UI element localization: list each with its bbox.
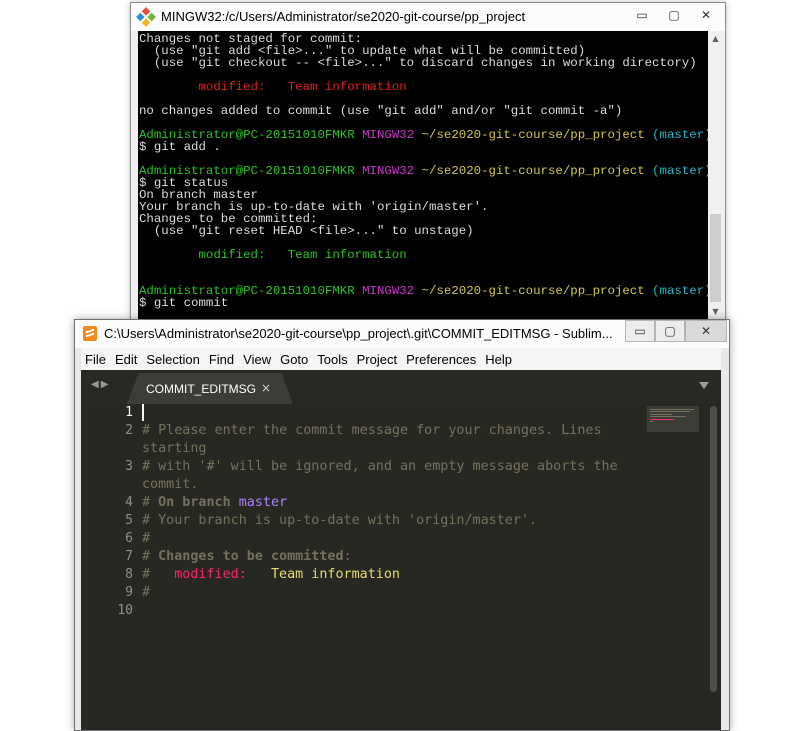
code-content[interactable]: # Please enter the commit message for yo… (142, 404, 632, 620)
menu-selection[interactable]: Selection (142, 352, 204, 367)
modified-label: modified: (174, 567, 247, 582)
minimize-button[interactable]: ▭ (627, 5, 657, 25)
menu-preferences[interactable]: Preferences (402, 352, 481, 367)
code-line-7[interactable]: # Changes to be committed: (142, 548, 632, 566)
scroll-down-icon[interactable]: ▼ (708, 304, 723, 319)
line-number: 2 (125, 423, 133, 438)
code-line-10[interactable] (142, 602, 632, 620)
sublime-window[interactable]: C:\Users\Administrator\se2020-git-course… (74, 319, 730, 731)
tab-nav-arrows-icon[interactable]: ◀▶ (91, 379, 110, 390)
prompt-shell: MINGW32 (362, 164, 415, 178)
terminal-scrollbar[interactable]: ▲ ▼ (708, 31, 723, 319)
text-cursor (142, 404, 144, 421)
menu-edit[interactable]: Edit (111, 352, 142, 367)
line-number: 1 (125, 405, 133, 420)
code-line-4[interactable]: # On branch master (142, 494, 632, 512)
code-line-6[interactable]: # (142, 530, 632, 548)
menu-goto[interactable]: Goto (276, 352, 313, 367)
menu-view[interactable]: View (239, 352, 276, 367)
code-line-3[interactable]: # with '#' will be ignored, and an empty… (142, 458, 632, 476)
code-line-1[interactable] (142, 404, 632, 422)
close-button[interactable]: ✕ (685, 320, 727, 342)
prompt-shell: MINGW32 (362, 284, 415, 298)
code-line-8[interactable]: # modified: Team information (142, 566, 632, 584)
sublime-title: C:\Users\Administrator\se2020-git-course… (104, 326, 613, 341)
heading-colon: : (343, 549, 352, 564)
sublime-titlebar[interactable]: C:\Users\Administrator\se2020-git-course… (75, 320, 729, 348)
code-line-9[interactable]: # (142, 584, 632, 602)
line-number-gutter: 1 2 3 4 5 6 7 8 9 10 (81, 404, 133, 620)
terminal-output[interactable]: Changes not staged for commit: (use "git… (138, 31, 708, 319)
terminal-line-modified-staged: modified: Team information (139, 248, 407, 262)
prompt-branch: (master) (652, 284, 708, 298)
prompt-shell: MINGW32 (362, 128, 415, 142)
tab-dropdown-icon[interactable] (699, 382, 709, 389)
menu-file[interactable]: File (81, 352, 111, 367)
line-number (81, 440, 133, 458)
menu-help[interactable]: Help (481, 352, 517, 367)
menu-project[interactable]: Project (353, 352, 402, 367)
code-line-2[interactable]: # Please enter the commit message for yo… (142, 422, 632, 440)
menu-tools[interactable]: Tools (313, 352, 352, 367)
comment-hash: # (142, 495, 159, 510)
code-editor[interactable]: 1 2 3 4 5 6 7 8 9 10 # Please enter the … (81, 404, 721, 730)
line-number: 4 (125, 495, 133, 510)
minimize-button[interactable]: ▭ (625, 320, 655, 342)
prompt-branch: (master) (652, 128, 708, 142)
changes-heading: Changes to be committed (158, 549, 344, 564)
line-number (81, 476, 133, 494)
terminal-window[interactable]: MINGW32:/c/Users/Administrator/se2020-gi… (130, 2, 726, 322)
tab-close-icon[interactable]: × (261, 381, 271, 395)
code-line-3-wrap[interactable]: commit. (142, 476, 632, 494)
terminal-line: $ git add . (139, 140, 221, 154)
comment-hash: # (142, 567, 175, 582)
git-logo-icon (136, 7, 156, 27)
tab-bar: ◀▶ COMMIT_EDITMSG × (81, 370, 721, 404)
terminal-title: MINGW32:/c/Users/Administrator/se2020-gi… (161, 9, 526, 24)
line-number: 9 (125, 585, 133, 600)
maximize-button[interactable]: ▢ (659, 5, 689, 25)
modified-file: Team information (271, 567, 400, 582)
line-number: 7 (125, 549, 133, 564)
scroll-up-icon[interactable]: ▲ (708, 31, 723, 46)
editor-scrollbar[interactable] (710, 406, 717, 692)
tab-commit-editmsg[interactable]: COMMIT_EDITMSG × (127, 373, 293, 404)
close-button[interactable]: ✕ (691, 5, 721, 25)
terminal-line: no changes added to commit (use "git add… (139, 104, 623, 118)
prompt-path: ~/se2020-git-course/pp_project (421, 164, 645, 178)
prompt-path: ~/se2020-git-course/pp_project (421, 128, 645, 142)
terminal-line: (use "git reset HEAD <file>..." to unsta… (139, 224, 474, 238)
sublime-logo-icon (83, 326, 97, 341)
line-number: 5 (125, 513, 133, 528)
line-number: 10 (117, 603, 133, 618)
terminal-prompt: Administrator@PC-20151010FMKR MINGW32 ~/… (139, 128, 708, 142)
line-number: 3 (125, 459, 133, 474)
terminal-line: $ git commit (139, 296, 229, 310)
prompt-path: ~/se2020-git-course/pp_project (421, 284, 645, 298)
line-number: 8 (125, 567, 133, 582)
maximize-button[interactable]: ▢ (655, 320, 685, 342)
on-branch-label: On branch (158, 495, 231, 510)
prompt-branch: (master) (652, 164, 708, 178)
code-line-5[interactable]: # Your branch is up-to-date with 'origin… (142, 512, 632, 530)
line-number: 6 (125, 531, 133, 546)
terminal-titlebar[interactable]: MINGW32:/c/Users/Administrator/se2020-gi… (131, 3, 725, 31)
branch-name: master (238, 495, 288, 510)
scrollbar-thumb[interactable] (710, 214, 721, 302)
menu-find[interactable]: Find (205, 352, 239, 367)
menu-bar: File Edit Selection Find View Goto Tools… (81, 348, 721, 370)
terminal-line: (use "git checkout -- <file>..." to disc… (139, 56, 697, 70)
minimap[interactable] (647, 406, 699, 432)
code-line-2-wrap[interactable]: starting (142, 440, 632, 458)
tab-label: COMMIT_EDITMSG (146, 382, 256, 396)
comment-hash: # (142, 549, 159, 564)
terminal-line-modified-unstaged: modified: Team information (139, 80, 407, 94)
